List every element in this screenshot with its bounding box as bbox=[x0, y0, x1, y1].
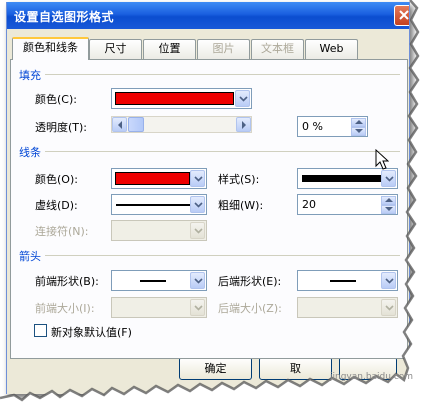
close-button[interactable] bbox=[394, 5, 409, 26]
tab-web[interactable]: Web bbox=[305, 39, 358, 59]
spin-up-button[interactable] bbox=[381, 196, 396, 205]
begin-style-dropdown[interactable] bbox=[111, 270, 207, 291]
line-weight-label: 粗细(W): bbox=[218, 199, 264, 212]
arrow-left-icon bbox=[118, 121, 122, 129]
line-section-title: 线条 bbox=[19, 146, 41, 159]
dash-label: 虚线(D): bbox=[35, 199, 78, 212]
watermark-text: jingyan.baidu.com bbox=[330, 372, 414, 382]
line-weight-spinner[interactable]: 20 bbox=[297, 194, 398, 215]
window-title: 设置自选图形格式 bbox=[14, 10, 115, 24]
transparency-slider[interactable] bbox=[111, 116, 252, 133]
line-style-label: 样式(S): bbox=[218, 173, 260, 186]
ok-button[interactable]: 确定 bbox=[179, 357, 252, 380]
format-autoshape-dialog: 设置自选图形格式 颜色和线条 尺寸 位置 图片 文本框 Web 填充 颜色(C)… bbox=[6, 2, 410, 394]
chevron-down-icon bbox=[385, 278, 394, 284]
spin-up-icon bbox=[385, 198, 393, 202]
slider-right-button[interactable] bbox=[236, 117, 251, 132]
arrows-section-title: 箭头 bbox=[19, 250, 41, 263]
slider-left-button[interactable] bbox=[112, 117, 127, 132]
defaults-checkbox-label: 新对象默认值(F) bbox=[51, 326, 132, 339]
fill-section-title: 填充 bbox=[19, 69, 41, 82]
spin-down-button[interactable] bbox=[351, 127, 366, 136]
connector-dropdown[interactable] bbox=[111, 220, 207, 241]
transparency-spinner[interactable]: 0 % bbox=[297, 116, 368, 137]
spin-up-icon bbox=[355, 120, 363, 124]
spin-down-icon bbox=[385, 207, 393, 211]
begin-style-label: 前端形状(B): bbox=[35, 275, 99, 288]
end-style-dropdown[interactable] bbox=[297, 270, 398, 291]
line-weight-value: 20 bbox=[302, 198, 316, 211]
chevron-down-icon bbox=[194, 305, 203, 311]
chevron-down-icon bbox=[239, 96, 248, 102]
chevron-down-icon bbox=[385, 305, 394, 311]
defaults-checkbox[interactable] bbox=[34, 324, 47, 337]
line-section-divider bbox=[45, 151, 400, 152]
begin-size-label: 前端大小(I): bbox=[35, 302, 95, 315]
begin-size-dropdown[interactable] bbox=[111, 297, 207, 318]
arrow-right-icon bbox=[242, 121, 246, 129]
tab-picture[interactable]: 图片 bbox=[197, 39, 250, 59]
chevron-down-icon bbox=[194, 176, 203, 182]
line-color-swatch bbox=[115, 172, 190, 185]
end-style-label: 后端形状(E): bbox=[218, 275, 282, 288]
tab-panel: 填充 颜色(C): 透明度(T): 0 % 线条 颜色(O): 样式(S): 虚… bbox=[10, 59, 408, 359]
tab-text-box[interactable]: 文本框 bbox=[251, 39, 304, 59]
transparency-label: 透明度(T): bbox=[35, 121, 88, 134]
transparency-value: 0 % bbox=[302, 120, 323, 133]
line-color-dropdown[interactable] bbox=[111, 168, 207, 189]
mouse-cursor-icon bbox=[375, 149, 389, 170]
begin-style-sample bbox=[140, 280, 166, 282]
fill-color-label: 颜色(C): bbox=[35, 93, 77, 106]
fill-color-dropdown[interactable] bbox=[111, 88, 252, 109]
tab-position[interactable]: 位置 bbox=[143, 39, 196, 59]
end-style-sample bbox=[330, 280, 356, 282]
arrows-section-divider bbox=[45, 255, 400, 256]
title-bar: 设置自选图形格式 bbox=[7, 2, 409, 29]
dash-dropdown[interactable] bbox=[111, 194, 207, 215]
dash-sample bbox=[116, 204, 191, 206]
line-style-sample bbox=[302, 175, 381, 182]
chevron-down-icon bbox=[194, 278, 203, 284]
end-size-dropdown[interactable] bbox=[297, 297, 398, 318]
spin-down-icon bbox=[355, 129, 363, 133]
chevron-down-icon bbox=[385, 176, 394, 182]
end-size-label: 后端大小(Z): bbox=[218, 302, 282, 315]
fill-section-divider bbox=[45, 74, 400, 75]
line-style-dropdown[interactable] bbox=[297, 168, 398, 189]
chevron-down-icon bbox=[194, 202, 203, 208]
slider-thumb[interactable] bbox=[128, 117, 144, 132]
cancel-button[interactable]: 取 bbox=[259, 357, 332, 380]
spin-down-button[interactable] bbox=[381, 205, 396, 214]
tab-colors-and-lines[interactable]: 颜色和线条 bbox=[12, 37, 89, 60]
close-icon bbox=[399, 10, 409, 20]
connector-label: 连接符(N): bbox=[35, 225, 89, 238]
fill-color-swatch bbox=[115, 92, 234, 105]
spin-up-button[interactable] bbox=[351, 118, 366, 127]
tab-size[interactable]: 尺寸 bbox=[89, 39, 142, 59]
chevron-down-icon bbox=[194, 228, 203, 234]
line-color-label: 颜色(O): bbox=[35, 173, 78, 186]
